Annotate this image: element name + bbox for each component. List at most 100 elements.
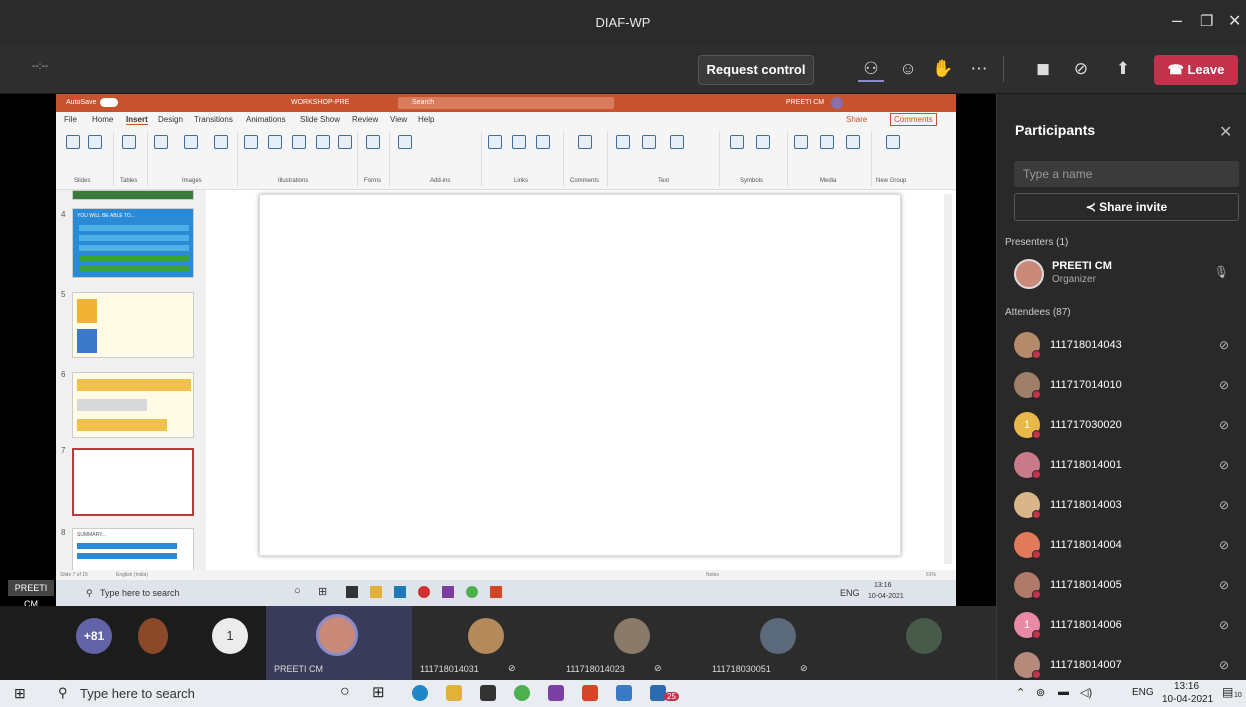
- volume-icon[interactable]: ◁): [1080, 686, 1092, 699]
- mail-icon[interactable]: [394, 586, 406, 598]
- video-tile[interactable]: 111718014023 ⊘: [558, 606, 704, 680]
- action-icon[interactable]: [536, 135, 550, 149]
- photos-icon[interactable]: [616, 685, 632, 701]
- tab-animations[interactable]: Animations: [246, 115, 286, 124]
- get-addins-icon[interactable]: [398, 135, 412, 149]
- tab-insert[interactable]: Insert: [126, 115, 148, 125]
- participant-row[interactable]: 111718014005 ⊘: [1014, 569, 1239, 605]
- smartart-icon[interactable]: [316, 135, 330, 149]
- participant-row[interactable]: 111718014003 ⊘: [1014, 489, 1239, 525]
- participant-row-presenter[interactable]: PREETI CM Organizer 🎙: [1014, 256, 1239, 292]
- file-explorer-icon[interactable]: [370, 586, 382, 598]
- camera-off-icon[interactable]: ◼: [1030, 56, 1056, 82]
- comment-icon[interactable]: [578, 135, 592, 149]
- slide-canvas[interactable]: [259, 194, 901, 556]
- chrome-icon[interactable]: [466, 586, 478, 598]
- taskbar-date[interactable]: 10-04-2021: [1162, 694, 1213, 705]
- minimize-icon[interactable]: –: [1172, 10, 1182, 31]
- taskbar-time[interactable]: 13:16: [1174, 681, 1199, 692]
- participant-row[interactable]: 1 111717030020 ⊘: [1014, 409, 1239, 445]
- slide-thumbnail-7-selected[interactable]: [72, 448, 194, 516]
- chat-icon[interactable]: ☺: [895, 56, 921, 82]
- search-icon[interactable]: ⚲: [58, 685, 68, 701]
- powerpoint-icon[interactable]: [490, 586, 502, 598]
- teams-icon[interactable]: [442, 586, 454, 598]
- more-actions-icon[interactable]: ⋯: [966, 56, 992, 82]
- tab-slide-show[interactable]: Slide Show: [300, 115, 340, 124]
- header-footer-icon[interactable]: [642, 135, 656, 149]
- slide-thumbnail-4[interactable]: YOU WILL BE ABLE TO...: [72, 208, 194, 278]
- autosave-toggle[interactable]: [100, 98, 118, 107]
- chrome-icon[interactable]: [514, 685, 530, 701]
- 3d-models-icon[interactable]: [292, 135, 306, 149]
- text-box-icon[interactable]: [616, 135, 630, 149]
- participant-row[interactable]: 1 111718014006 ⊘: [1014, 609, 1239, 645]
- task-view-icon[interactable]: ⊞: [372, 683, 385, 701]
- cortana-icon[interactable]: ○: [294, 585, 301, 597]
- tab-review[interactable]: Review: [352, 115, 378, 124]
- equation-icon[interactable]: [730, 135, 744, 149]
- slide-thumbnail[interactable]: [72, 190, 194, 200]
- forms-icon[interactable]: [366, 135, 380, 149]
- participant-row[interactable]: 111717014010 ⊘: [1014, 369, 1239, 405]
- screenshot-icon[interactable]: [184, 135, 198, 149]
- tab-help[interactable]: Help: [418, 115, 434, 124]
- share-screen-icon[interactable]: ⬆: [1110, 56, 1136, 82]
- attendees-section-label[interactable]: Attendees (87): [1005, 307, 1071, 318]
- taskbar-lang[interactable]: ENG: [1132, 687, 1154, 698]
- request-control-button[interactable]: Request control: [698, 55, 814, 85]
- share-invite-button[interactable]: ≺ Share invite: [1014, 193, 1239, 221]
- video-icon[interactable]: [794, 135, 808, 149]
- tab-design[interactable]: Design: [158, 115, 183, 124]
- video-tile[interactable]: 111718014031 ⊘: [412, 606, 558, 680]
- notifications-icon[interactable]: ▤: [1222, 685, 1233, 699]
- audio-icon[interactable]: [820, 135, 834, 149]
- taskbar-search-box[interactable]: Type here to search: [80, 686, 195, 701]
- battery-icon[interactable]: ▬: [1058, 686, 1069, 698]
- video-tile[interactable]: [850, 606, 996, 680]
- photo-album-icon[interactable]: [214, 135, 228, 149]
- symbol-icon[interactable]: [756, 135, 770, 149]
- store-icon[interactable]: [480, 685, 496, 701]
- comments-button[interactable]: Comments: [890, 113, 937, 126]
- chart-icon[interactable]: [338, 135, 352, 149]
- screen-recording-icon[interactable]: [846, 135, 860, 149]
- pictures-icon[interactable]: [154, 135, 168, 149]
- opera-icon[interactable]: [418, 586, 430, 598]
- slide-thumbnail-8[interactable]: SUMMARY...: [72, 528, 194, 570]
- participants-icon[interactable]: ⚇: [858, 56, 884, 82]
- new-slide-icon[interactable]: [66, 135, 80, 149]
- link-icon[interactable]: [512, 135, 526, 149]
- tab-view[interactable]: View: [390, 115, 407, 124]
- tab-home[interactable]: Home: [92, 115, 113, 124]
- more-participants-button[interactable]: +81: [76, 618, 112, 654]
- maximize-icon[interactable]: ❐: [1200, 12, 1213, 30]
- file-explorer-icon[interactable]: [446, 685, 462, 701]
- powerpoint-icon[interactable]: [582, 685, 598, 701]
- edge-icon[interactable]: [412, 685, 428, 701]
- close-panel-icon[interactable]: ✕: [1219, 122, 1232, 142]
- close-icon[interactable]: ✕: [1228, 11, 1241, 31]
- cortana-icon[interactable]: ○: [340, 683, 350, 701]
- share-button[interactable]: Share: [846, 115, 867, 124]
- slide-thumbnail-5[interactable]: [72, 292, 194, 358]
- reuse-slides-icon[interactable]: [88, 135, 102, 149]
- tab-file[interactable]: File: [64, 115, 77, 124]
- participant-row[interactable]: 111718014004 ⊘: [1014, 529, 1239, 565]
- windows-start-icon[interactable]: ⊞: [14, 685, 26, 702]
- tab-transitions[interactable]: Transitions: [194, 115, 233, 124]
- presenters-section-label[interactable]: Presenters (1): [1005, 237, 1068, 248]
- shapes-icon[interactable]: [244, 135, 258, 149]
- reactions-icon[interactable]: ✋: [930, 56, 956, 82]
- slide-thumbnail-6[interactable]: [72, 372, 194, 438]
- search-icon[interactable]: ⚲: [86, 588, 93, 599]
- wordart-icon[interactable]: [670, 135, 684, 149]
- mic-off-icon[interactable]: ⊘: [1068, 56, 1094, 82]
- video-tile-presenter[interactable]: PREETI CM: [266, 606, 412, 680]
- table-icon[interactable]: [122, 135, 136, 149]
- notes-button[interactable]: Notes: [706, 572, 719, 578]
- leave-button[interactable]: ☎ Leave: [1154, 55, 1238, 85]
- video-tile[interactable]: 111718030051 ⊘: [704, 606, 850, 680]
- participant-row[interactable]: 111718014001 ⊘: [1014, 449, 1239, 485]
- tray-chevron-icon[interactable]: ⌃: [1016, 686, 1025, 699]
